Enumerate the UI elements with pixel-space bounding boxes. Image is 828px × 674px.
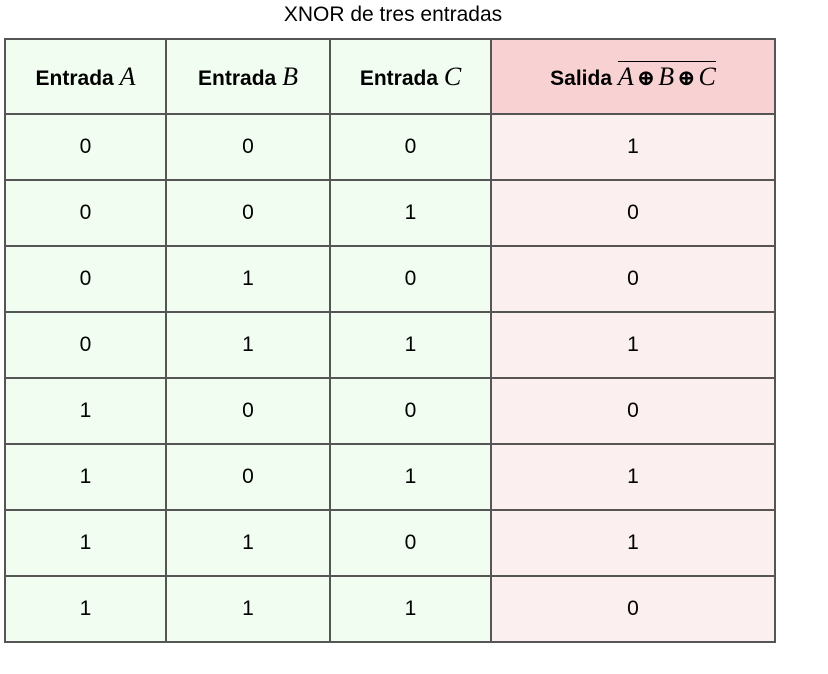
header-row: Entrada A Entrada B Entrada C Salida A ⊕ B… [4,38,776,115]
cell-input-b: 0 [165,443,331,511]
variable-c: C [443,61,462,91]
cell-output: 0 [490,575,776,643]
variable-b: B [282,61,298,91]
variable-a: A [119,61,136,91]
table-row: 1110 [4,575,776,643]
cell-input-a: 1 [4,377,167,445]
cell-input-b: 1 [165,575,331,643]
cell-input-c: 1 [329,179,492,247]
cell-input-c: 1 [329,311,492,379]
cell-input-c: 0 [329,113,492,181]
cell-output: 1 [490,443,776,511]
xnor-expression: A ⊕ B ⊕ C [617,61,716,92]
expr-b: B [658,62,675,91]
header-output: Salida A ⊕ B ⊕ C [490,38,776,115]
table-row: 1000 [4,377,776,445]
table-row: 1011 [4,443,776,511]
cell-input-c: 1 [329,575,492,643]
header-label: Salida [550,67,613,90]
cell-input-b: 0 [165,377,331,445]
cell-output: 0 [490,377,776,445]
cell-input-c: 0 [329,377,492,445]
cell-input-a: 0 [4,311,167,379]
table-row: 0010 [4,179,776,247]
expr-c: C [698,62,716,91]
cell-input-b: 0 [165,113,331,181]
cell-input-a: 1 [4,575,167,643]
cell-input-b: 1 [165,509,331,577]
cell-input-b: 0 [165,179,331,247]
header-label: Entrada [359,66,438,90]
cell-output: 1 [490,311,776,379]
cell-input-a: 0 [4,113,167,181]
cell-input-a: 1 [4,443,167,511]
cell-input-a: 0 [4,179,167,247]
cell-input-a: 1 [4,509,167,577]
cell-input-c: 1 [329,443,492,511]
cell-output: 0 [490,179,776,247]
cell-input-b: 1 [165,245,331,313]
header-input-b: Entrada B [165,38,331,115]
truth-table: Entrada A Entrada B Entrada C Salida A ⊕ B… [4,38,776,643]
cell-input-c: 0 [329,245,492,313]
table-row: 0111 [4,311,776,379]
header-input-a: Entrada A [4,38,167,115]
cell-input-b: 1 [165,311,331,379]
cell-output: 0 [490,245,776,313]
xor-operator: ⊕ [677,65,696,91]
expr-a: A [617,62,634,91]
header-label: Entrada [198,66,277,90]
table-row: 0001 [4,113,776,181]
cell-input-c: 0 [329,509,492,577]
cell-input-a: 0 [4,245,167,313]
cell-output: 1 [490,113,776,181]
header-input-c: Entrada C [329,38,492,115]
table-row: 1101 [4,509,776,577]
cell-output: 1 [490,509,776,577]
header-label: Entrada [35,66,114,90]
table-row: 0100 [4,245,776,313]
table-caption: XNOR de tres entradas [283,3,503,26]
xor-operator: ⊕ [636,65,656,91]
